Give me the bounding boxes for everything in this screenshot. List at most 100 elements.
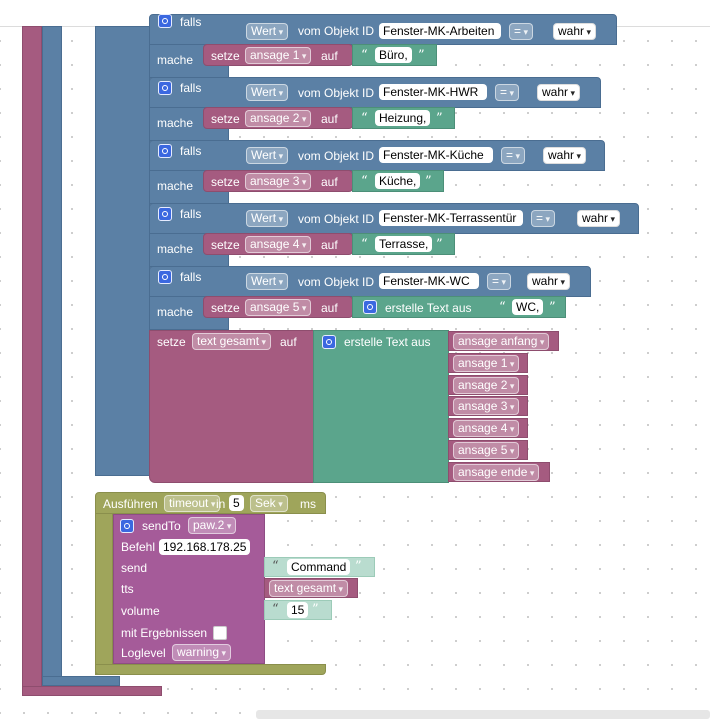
vom-objekt-label: vom Objekt ID — [298, 24, 375, 38]
wert-dropdown[interactable]: Wert — [246, 273, 289, 290]
wert-dropdown[interactable]: Wert — [246, 147, 289, 164]
gesamt-item-dropdown[interactable]: ansage anfang — [453, 333, 550, 350]
equals-dropdown[interactable]: = — [487, 273, 512, 290]
timeout-block[interactable]: Ausführen timeout in 5 Sek ms — [95, 492, 326, 514]
inner-blue-block[interactable] — [95, 26, 150, 476]
timeout-unit-dropdown[interactable]: Sek — [250, 495, 288, 512]
gesamt-item-block[interactable]: ansage anfang — [448, 331, 559, 351]
variable-dropdown[interactable]: ansage 1 — [245, 47, 312, 64]
object-id-field[interactable]: Fenster-MK-Terrassentür — [379, 210, 523, 226]
gear-icon[interactable] — [158, 144, 172, 158]
if-block[interactable]: falls Wert vom Objekt ID Fenster-MK-Arbeite… — [149, 14, 617, 45]
gear-icon[interactable] — [322, 335, 336, 349]
gesamt-item-dropdown[interactable]: ansage 5 — [453, 442, 520, 459]
variable-dropdown[interactable]: ansage 3 — [245, 173, 312, 190]
gear-icon[interactable] — [158, 270, 172, 284]
set-variable-block[interactable]: setze ansage 4 auf — [203, 233, 353, 255]
send-label: send — [121, 561, 148, 575]
auf-label: auf — [321, 112, 338, 126]
text-input[interactable]: Terrasse, — [375, 236, 433, 252]
quote-close-icon: ” — [436, 111, 443, 126]
object-id-field[interactable]: Fenster-MK-WC — [379, 273, 479, 289]
send-text-input[interactable]: Command — [287, 559, 351, 575]
gesamt-item-block[interactable]: ansage 3 — [448, 396, 528, 417]
text-block[interactable]: “ Küche, ” — [352, 170, 444, 192]
gesamt-item-block[interactable]: ansage 4 — [448, 418, 528, 439]
gesamt-item-dropdown[interactable]: ansage 4 — [453, 420, 520, 438]
if-block[interactable]: falls Wert vom Objekt ID Fenster-MK-WC = wahr — [149, 266, 591, 297]
gear-icon[interactable] — [120, 519, 134, 533]
text-input[interactable]: Heizung, — [375, 110, 431, 126]
text-block[interactable]: “ Heizung, ” — [352, 107, 455, 129]
gear-icon[interactable] — [158, 207, 172, 221]
value-dropdown[interactable]: wahr — [527, 273, 571, 290]
variable-dropdown[interactable]: ansage 4 — [245, 236, 312, 253]
timeout-in-label: in — [216, 497, 226, 511]
equals-dropdown[interactable]: = — [495, 84, 520, 101]
set-variable-block[interactable]: setze ansage 1 auf — [203, 44, 353, 66]
gesamt-item-block[interactable]: ansage ende — [448, 461, 550, 482]
value-dropdown[interactable]: wahr — [553, 23, 597, 40]
timeout-value-input[interactable]: 5 — [229, 495, 244, 511]
outer-pink-block[interactable] — [22, 26, 42, 696]
quote-close-icon: ” — [418, 48, 425, 63]
set-variable-block[interactable]: setze ansage 3 auf — [203, 170, 353, 192]
gear-icon[interactable] — [363, 300, 377, 314]
gesamt-item-dropdown[interactable]: ansage 1 — [453, 354, 520, 372]
loglevel-dropdown[interactable]: warning — [172, 644, 232, 661]
variable-dropdown[interactable]: ansage 5 — [245, 299, 312, 316]
quote-close-icon: ” — [312, 602, 319, 617]
horizontal-scrollbar[interactable] — [256, 710, 710, 719]
object-id-field[interactable]: Fenster-MK-Küche — [379, 147, 493, 163]
gear-icon[interactable] — [158, 81, 172, 95]
wert-dropdown[interactable]: Wert — [246, 210, 289, 227]
falls-label: falls — [180, 207, 202, 221]
text-input[interactable]: Büro, — [375, 47, 412, 63]
text-input[interactable]: Küche, — [375, 173, 421, 189]
mache-label: mache — [157, 53, 194, 67]
set-variable-block[interactable]: setze ansage 2 auf — [203, 107, 353, 129]
if-block[interactable]: falls Wert vom Objekt ID Fenster-MK-HWR = wah… — [149, 77, 601, 108]
wert-dropdown[interactable]: Wert — [246, 84, 289, 101]
ergebnisse-checkbox[interactable] — [213, 626, 227, 640]
value-dropdown[interactable]: wahr — [577, 210, 621, 227]
gear-icon[interactable] — [158, 14, 172, 28]
text-input[interactable]: WC, — [512, 299, 544, 315]
volume-text-block[interactable]: “ 15 ” — [264, 600, 332, 620]
gesamt-item-dropdown[interactable]: ansage 2 — [453, 376, 520, 394]
object-id-field[interactable]: Fenster-MK-HWR — [379, 84, 487, 100]
erstelle-text-gesamt-block[interactable]: erstelle Text aus — [313, 330, 449, 483]
gesamt-item-block[interactable]: ansage 5 — [448, 440, 528, 460]
if-block[interactable]: falls Wert vom Objekt ID Fenster-MK-Küche = w… — [149, 140, 605, 171]
befehl-input[interactable]: 192.168.178.25 — [159, 539, 251, 555]
text-block[interactable]: “ Terrasse,” — [352, 233, 455, 255]
volume-text-input[interactable]: 15 — [287, 602, 309, 618]
tts-var-dropdown[interactable]: text gesamt — [269, 580, 349, 597]
set-text-gesamt-block[interactable]: setze text gesamt auf — [149, 330, 315, 483]
text-gesamt-var-dropdown[interactable]: text gesamt — [192, 333, 272, 350]
sendto-instance-dropdown[interactable]: paw.2 — [188, 517, 237, 534]
if-block[interactable]: falls Wert vom Objekt ID Fenster-MK-Terrass… — [149, 203, 639, 234]
wert-dropdown[interactable]: Wert — [246, 23, 289, 40]
equals-dropdown[interactable]: = — [501, 147, 526, 164]
gesamt-item-block[interactable]: ansage 1 — [448, 352, 528, 373]
outer-blue-block[interactable] — [42, 26, 62, 686]
set-variable-block[interactable]: setze ansage 5 auf — [203, 296, 353, 318]
quote-close-icon: ” — [355, 559, 362, 574]
value-dropdown[interactable]: wahr — [537, 84, 581, 101]
value-dropdown[interactable]: wahr — [543, 147, 587, 164]
tts-variable-block[interactable]: text gesamt — [264, 578, 358, 598]
variable-dropdown[interactable]: ansage 2 — [245, 110, 312, 127]
text-block[interactable]: “ Büro, ” — [352, 44, 437, 66]
timeout-var-dropdown[interactable]: timeout — [164, 495, 221, 512]
erstelle-label: erstelle Text aus — [344, 335, 431, 349]
equals-dropdown[interactable]: = — [509, 23, 534, 40]
erstelle-text-block[interactable]: erstelle Text aus “ WC, ” — [352, 296, 566, 318]
equals-dropdown[interactable]: = — [531, 210, 556, 227]
object-id-field[interactable]: Fenster-MK-Arbeiten — [379, 23, 501, 39]
send-text-block[interactable]: “ Command ” — [264, 557, 375, 577]
gesamt-item-dropdown[interactable]: ansage 3 — [453, 398, 520, 416]
sendto-block[interactable]: sendTo paw.2 Befehl 192.168.178.25 send … — [113, 514, 265, 664]
gesamt-item-block[interactable]: ansage 2 — [448, 374, 528, 395]
gesamt-item-dropdown[interactable]: ansage ende — [453, 463, 540, 481]
